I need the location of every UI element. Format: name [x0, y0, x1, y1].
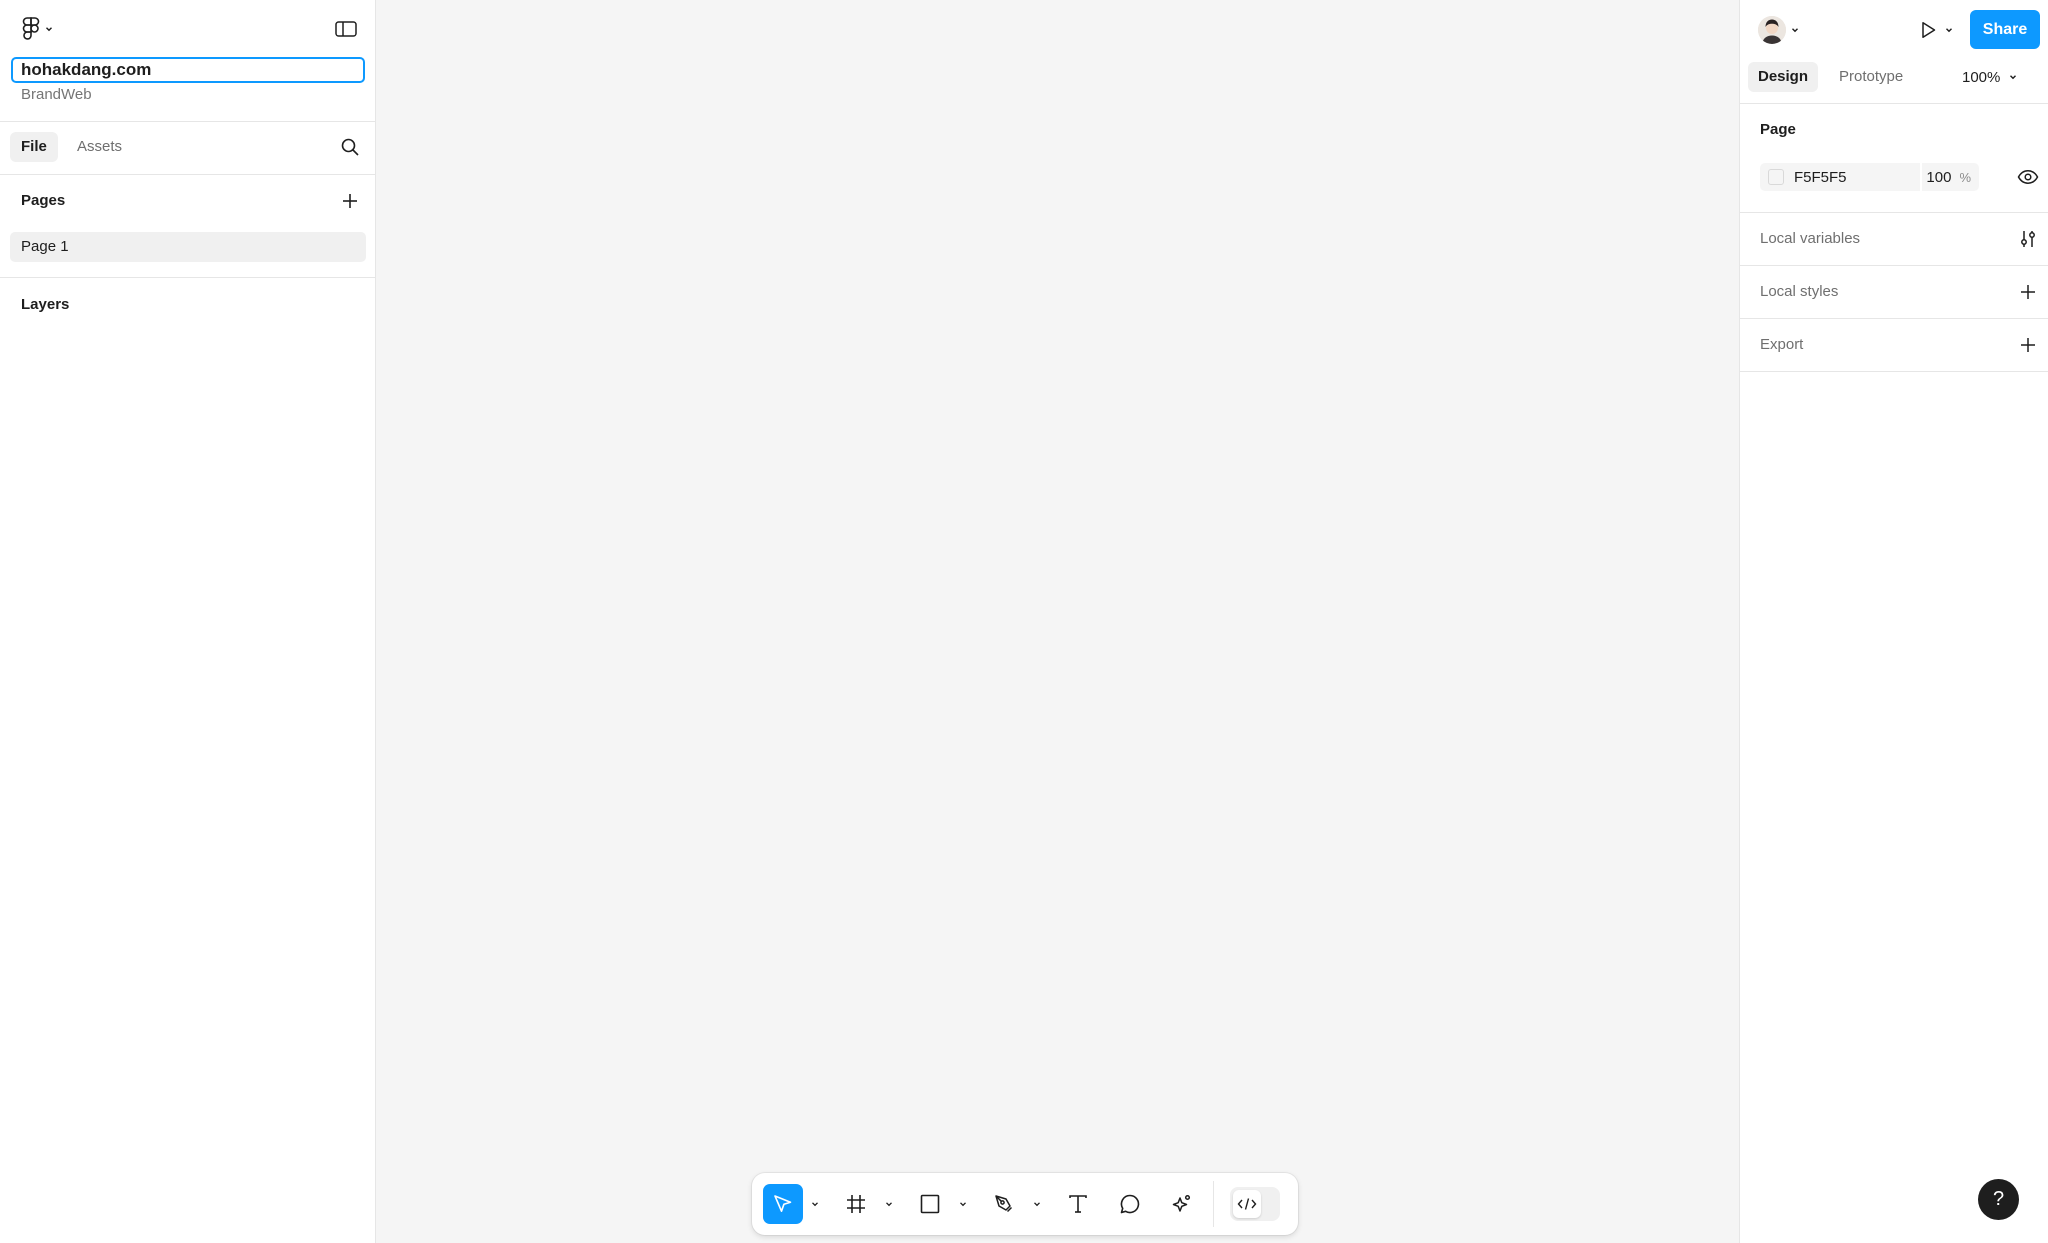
chevron-down-icon — [1790, 25, 1800, 35]
sliders-icon — [2019, 229, 2037, 249]
chevron-down-icon — [958, 1199, 968, 1209]
actions-tool-button[interactable] — [1162, 1184, 1202, 1224]
chevron-down-icon — [44, 24, 54, 34]
cursor-arrow-icon — [772, 1193, 794, 1215]
pen-tool-button[interactable] — [984, 1184, 1024, 1224]
color-swatch[interactable] — [1768, 169, 1784, 185]
divider — [0, 174, 376, 175]
canvas[interactable] — [376, 0, 1739, 1243]
page-section-title: Page — [1760, 121, 1796, 138]
local-variables-label[interactable]: Local variables — [1760, 230, 1860, 247]
divider — [1740, 103, 2048, 104]
account-menu-button[interactable] — [1756, 14, 1802, 46]
present-button[interactable] — [1908, 14, 1964, 46]
eye-icon — [2017, 169, 2039, 185]
comment-icon — [1119, 1193, 1141, 1215]
page-background-opacity-field[interactable]: 100 % — [1922, 163, 1979, 191]
toolbar-divider — [1213, 1181, 1214, 1227]
frame-tool-menu-caret[interactable] — [882, 1184, 896, 1224]
divider — [0, 277, 376, 278]
zoom-value: 100% — [1962, 68, 2001, 86]
visibility-toggle-button[interactable] — [2014, 163, 2042, 191]
avatar — [1758, 16, 1786, 44]
plus-icon — [2019, 283, 2037, 301]
tab-assets[interactable]: Assets — [66, 132, 133, 162]
move-tool-button[interactable] — [763, 1184, 803, 1224]
opacity-unit: % — [1959, 169, 1971, 185]
plus-icon — [2019, 336, 2037, 354]
frame-tool-button[interactable] — [836, 1184, 876, 1224]
search-icon — [340, 137, 360, 157]
pen-tool-menu-caret[interactable] — [1030, 1184, 1044, 1224]
layers-section-title: Layers — [21, 296, 70, 313]
rectangle-icon — [919, 1193, 941, 1215]
page-background-color-field[interactable]: F5F5F5 — [1760, 163, 1920, 191]
comment-tool-button[interactable] — [1110, 1184, 1150, 1224]
divider — [1740, 212, 2048, 213]
pages-section-title: Pages — [21, 192, 66, 209]
sidebar-toggle-button[interactable] — [330, 15, 362, 43]
divider — [1740, 265, 2048, 266]
left-sidebar: BrandWeb File Assets Pages Page 1 Layers — [0, 0, 376, 1243]
shape-tool-menu-caret[interactable] — [956, 1184, 970, 1224]
local-variables-button[interactable] — [2014, 225, 2042, 253]
rectangle-tool-button[interactable] — [910, 1184, 950, 1224]
sparkle-icon — [1171, 1193, 1193, 1215]
text-tool-button[interactable] — [1058, 1184, 1098, 1224]
text-icon — [1067, 1193, 1089, 1215]
chevron-down-icon — [1032, 1199, 1042, 1209]
chevron-down-icon — [810, 1199, 820, 1209]
right-properties-panel: Share Design Prototype 100% Page F5F5F5 … — [1739, 0, 2048, 1243]
divider — [0, 121, 376, 122]
chevron-down-icon — [884, 1199, 894, 1209]
divider — [1740, 371, 2048, 372]
export-label[interactable]: Export — [1760, 336, 1803, 353]
bottom-toolbar — [752, 1173, 1298, 1235]
dev-mode-knob — [1233, 1190, 1261, 1218]
help-button[interactable]: ? — [1978, 1179, 2019, 1220]
tab-design[interactable]: Design — [1748, 62, 1819, 92]
background-hex-value[interactable]: F5F5F5 — [1794, 169, 1847, 186]
plus-icon — [341, 192, 359, 210]
sidebar-panel-icon — [335, 20, 357, 38]
chevron-down-icon — [1944, 25, 1954, 35]
file-name-input[interactable] — [11, 57, 365, 83]
page-list-item[interactable]: Page 1 — [10, 232, 366, 262]
zoom-dropdown[interactable]: 100% — [1962, 62, 2018, 92]
figma-logo-icon — [22, 17, 40, 41]
play-icon — [1918, 20, 1938, 40]
pen-icon — [993, 1193, 1015, 1215]
add-export-button[interactable] — [2014, 331, 2042, 359]
project-name[interactable]: BrandWeb — [21, 86, 92, 103]
share-button[interactable]: Share — [1970, 10, 2040, 49]
add-page-button[interactable] — [336, 187, 364, 215]
frame-icon — [845, 1193, 867, 1215]
main-menu-button[interactable] — [16, 14, 60, 44]
chevron-down-icon — [2008, 72, 2018, 82]
search-button[interactable] — [336, 132, 364, 162]
tab-file[interactable]: File — [10, 132, 58, 162]
add-local-style-button[interactable] — [2014, 278, 2042, 306]
code-icon — [1237, 1197, 1257, 1211]
local-styles-label[interactable]: Local styles — [1760, 283, 1838, 300]
background-opacity-value[interactable]: 100 — [1926, 169, 1951, 186]
tab-prototype[interactable]: Prototype — [1829, 62, 1913, 92]
dev-mode-toggle[interactable] — [1230, 1187, 1280, 1221]
move-tool-menu-caret[interactable] — [808, 1184, 822, 1224]
divider — [1740, 318, 2048, 319]
